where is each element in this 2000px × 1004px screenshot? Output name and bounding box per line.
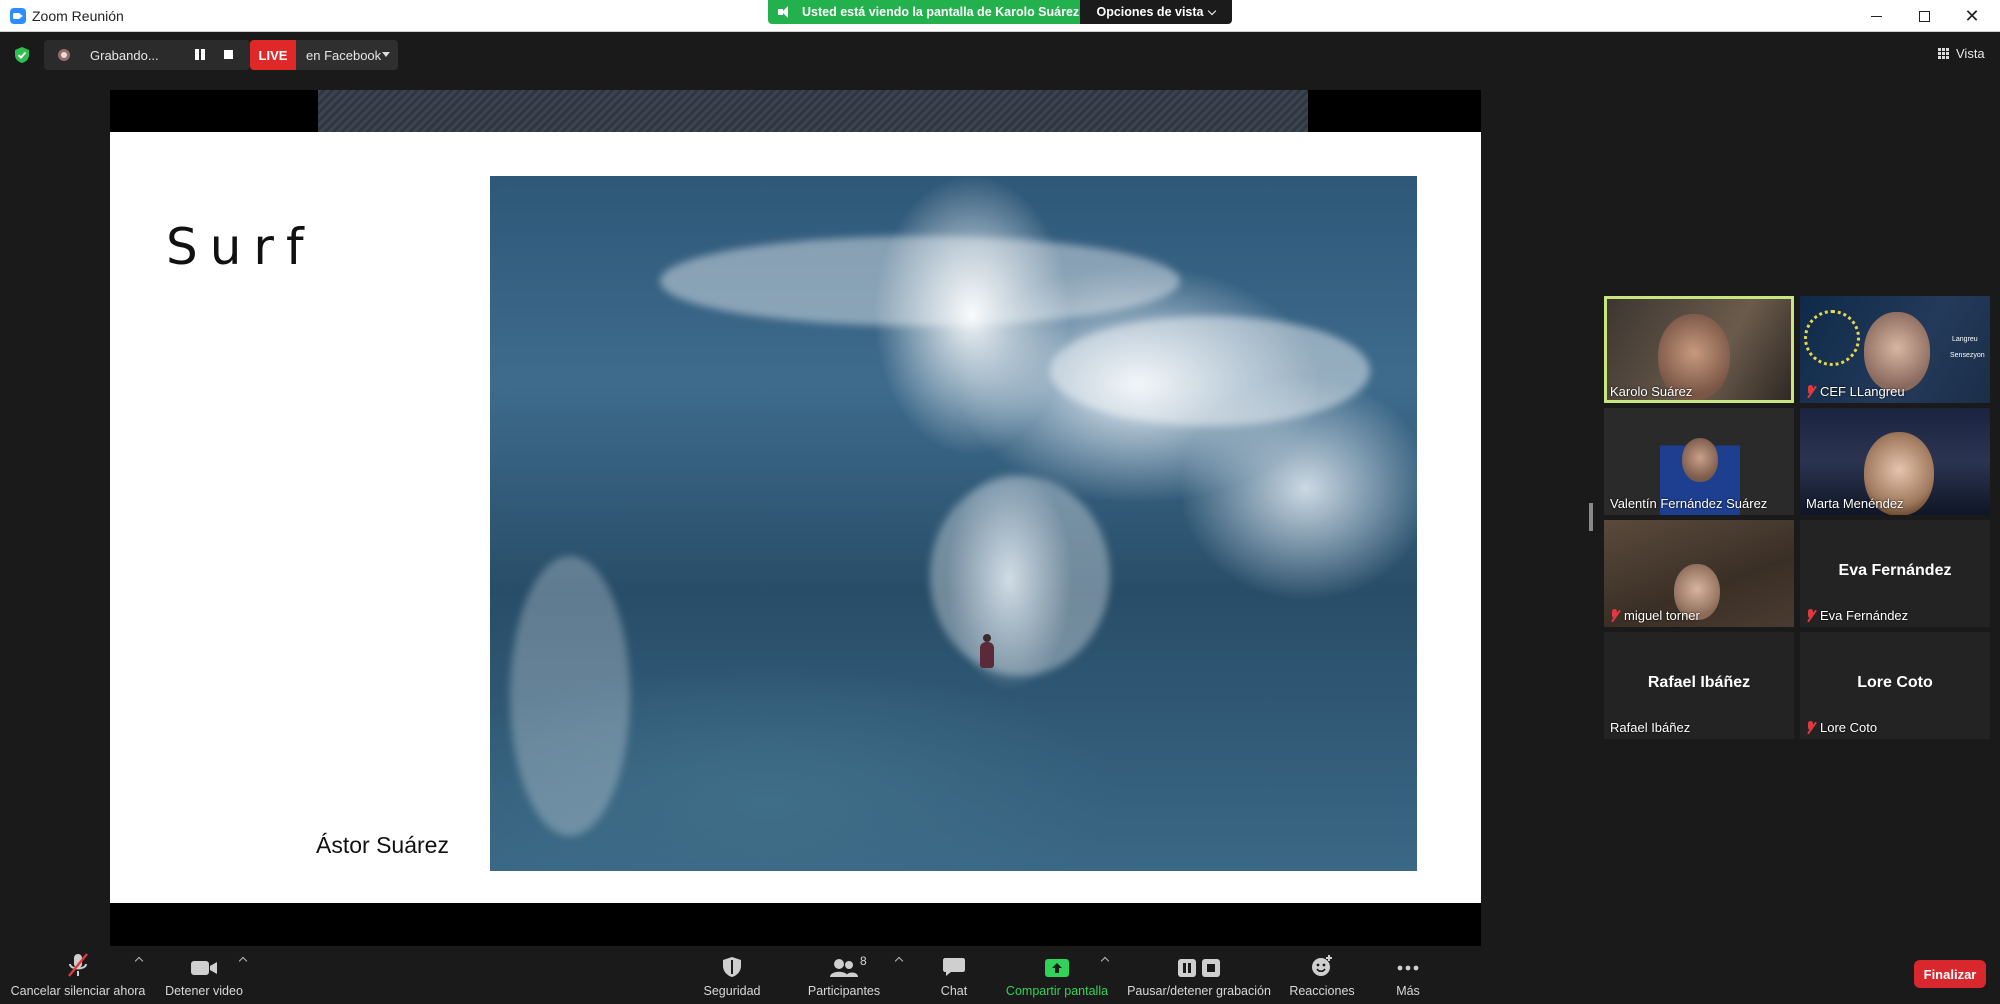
cef-logo-graphic: [1804, 310, 1860, 366]
participant-name: miguel torner: [1624, 608, 1700, 623]
speaker-icon: [778, 6, 792, 18]
participant-tile[interactable]: Eva Fernández Eva Fernández: [1800, 520, 1990, 627]
participant-tile[interactable]: Lore Coto Lore Coto: [1800, 632, 1990, 739]
security-button[interactable]: Seguridad: [692, 950, 772, 1004]
cef-logo-text: Sensezyon: [1950, 352, 1985, 359]
stop-icon: [1202, 959, 1220, 977]
participants-icon: [830, 959, 858, 977]
mic-muted-icon: [1806, 721, 1816, 734]
participants-count: 8: [860, 954, 867, 968]
mic-muted-icon: [1806, 609, 1816, 622]
chevron-down-icon: [382, 52, 390, 57]
unmute-label: Cancelar silenciar ahora: [10, 984, 146, 998]
chevron-up-icon[interactable]: [894, 956, 904, 966]
surf-wave-photo: [490, 176, 1417, 871]
participant-tile[interactable]: Langreu Sensezyon CEF LLangreu: [1800, 296, 1990, 403]
participant-name: Lore Coto: [1820, 720, 1878, 735]
mic-muted-icon: [1806, 385, 1816, 398]
window-title: Zoom Reunión: [32, 8, 124, 24]
panel-resize-handle[interactable]: [1589, 503, 1593, 531]
more-label: Más: [1396, 984, 1420, 998]
chat-bubble-icon: [943, 958, 965, 976]
maximize-icon: [1918, 10, 1930, 22]
recording-status: Grabando...: [90, 48, 159, 63]
security-label: Seguridad: [703, 984, 761, 998]
participant-name: Karolo Suárez: [1610, 384, 1693, 399]
participant-name: Valentín Fernández Suárez: [1610, 496, 1768, 511]
pause-stop-recording-button[interactable]: Pausar/detener grabación: [1126, 950, 1272, 1004]
share-banner-text: Usted está viendo la pantalla de Karolo …: [802, 5, 1080, 19]
pause-icon: [1178, 959, 1196, 977]
meeting-controls-toolbar: Cancelar silenciar ahora Detener video S…: [0, 950, 2000, 1004]
video-camera-icon: [191, 961, 217, 975]
participant-name: Rafael Ibáñez: [1610, 720, 1691, 735]
encryption-shield-icon[interactable]: [14, 46, 30, 64]
zoom-app-icon: [10, 8, 26, 24]
recording-indicator: Grabando...: [44, 40, 250, 70]
share-screen-icon: [1045, 959, 1069, 977]
participant-video: [1864, 312, 1930, 392]
reactions-label: Reacciones: [1289, 984, 1355, 998]
participant-tile[interactable]: Karolo Suárez: [1604, 296, 1794, 403]
participant-tile[interactable]: Marta Menéndez: [1800, 408, 1990, 515]
participant-tile[interactable]: miguel torner: [1604, 520, 1794, 627]
participant-name: CEF LLangreu: [1820, 384, 1905, 399]
mic-muted-icon: [1610, 609, 1620, 622]
chevron-down-icon: [1208, 6, 1217, 15]
pause-stop-recording-label: Pausar/detener grabación: [1127, 984, 1271, 998]
view-options-label: Opciones de vista: [1096, 5, 1204, 19]
live-badge: LIVE: [250, 40, 296, 70]
view-layout-label: Vista: [1956, 46, 1985, 61]
close-icon: ✕: [1964, 5, 1980, 26]
slide-title: Surf: [166, 218, 316, 276]
view-options-button[interactable]: Opciones de vista: [1080, 0, 1232, 24]
live-stream-indicator[interactable]: LIVE en Facebook: [250, 40, 398, 70]
recording-dot-icon: [58, 49, 70, 61]
participant-tile[interactable]: Rafael Ibáñez Rafael Ibáñez: [1604, 632, 1794, 739]
presentation-slide: Surf Ástor Suárez: [110, 132, 1481, 903]
share-screen-button[interactable]: Compartir pantalla: [1002, 950, 1112, 1004]
more-button[interactable]: Más: [1380, 950, 1436, 1004]
reactions-smiley-icon: [1312, 955, 1332, 976]
stop-video-label: Detener video: [165, 984, 243, 998]
chat-button[interactable]: Chat: [924, 950, 984, 1004]
minimize-icon: [1870, 15, 1882, 17]
surfer-figure: [980, 634, 994, 668]
participant-name: Marta Menéndez: [1806, 496, 1904, 511]
participant-display-name: Rafael Ibáñez: [1647, 674, 1751, 691]
end-meeting-button[interactable]: Finalizar: [1914, 960, 1986, 988]
screen-share-banner: Usted está viendo la pantalla de Karolo …: [768, 0, 1080, 24]
security-shield-icon: [723, 957, 741, 977]
participants-label: Participantes: [807, 984, 881, 998]
title-bar: Zoom Reunión Usted está viendo la pantal…: [0, 0, 2000, 32]
stop-video-button[interactable]: Detener video: [160, 950, 248, 1004]
minimize-button[interactable]: [1852, 0, 1900, 32]
participant-display-name: Lore Coto: [1857, 674, 1933, 691]
view-layout-button[interactable]: Vista: [1938, 46, 1985, 61]
share-screen-label: Compartir pantalla: [1005, 984, 1109, 998]
participant-tile[interactable]: Valentín Fernández Suárez: [1604, 408, 1794, 515]
pause-recording-icon[interactable]: [194, 49, 206, 61]
more-dots-icon: [1397, 965, 1419, 971]
unmute-button[interactable]: Cancelar silenciar ahora: [8, 950, 148, 1004]
reactions-button[interactable]: Reacciones: [1284, 950, 1360, 1004]
live-destination: en Facebook: [306, 48, 382, 63]
participant-name: Eva Fernández: [1820, 608, 1909, 623]
slide-author: Ástor Suárez: [316, 832, 449, 858]
shared-screen[interactable]: Surf Ástor Suárez: [110, 90, 1481, 946]
chat-label: Chat: [940, 984, 968, 998]
stop-recording-icon[interactable]: [224, 50, 233, 59]
cef-logo-text: Langreu: [1952, 336, 1978, 343]
participants-button[interactable]: 8 Participantes: [800, 950, 888, 1004]
mic-muted-icon: [68, 953, 88, 977]
participant-display-name: Eva Fernández: [1838, 562, 1952, 579]
grid-view-icon: [1938, 47, 1950, 60]
maximize-button[interactable]: [1900, 0, 1948, 32]
zoom-meeting-window: Zoom Reunión Usted está viendo la pantal…: [0, 0, 2000, 1004]
close-button[interactable]: ✕: [1948, 0, 1996, 32]
